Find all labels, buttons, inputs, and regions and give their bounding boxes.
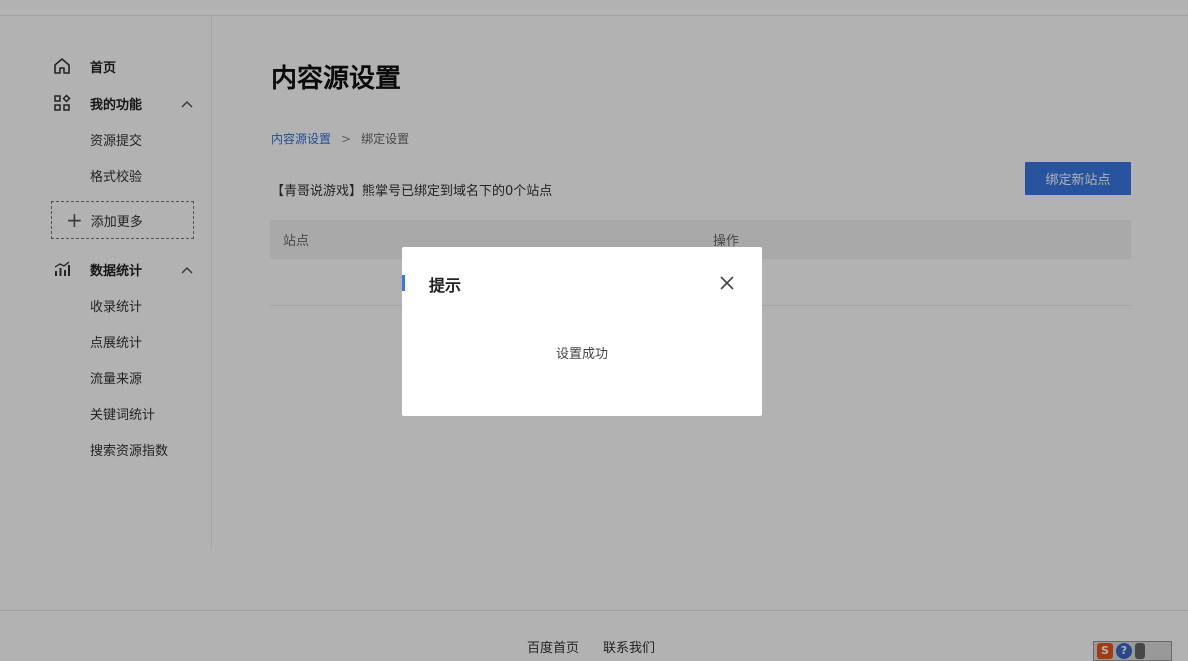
close-icon[interactable] — [716, 272, 738, 294]
dialog-message: 设置成功 — [555, 347, 608, 362]
alert-dialog: 提示 设置成功 — [402, 247, 762, 416]
dialog-title: 提示 — [429, 276, 462, 295]
dialog-accent-bar — [402, 275, 405, 291]
